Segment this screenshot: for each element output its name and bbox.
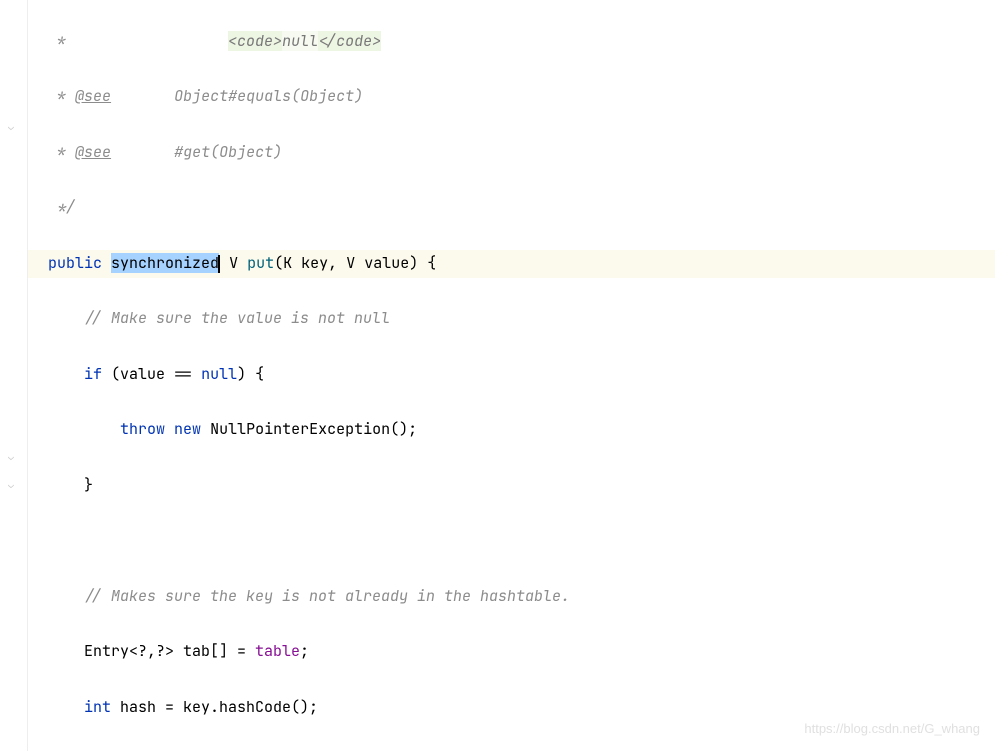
code-line: * @see #get(Object) bbox=[48, 139, 995, 167]
code-line: * <code>null</code> bbox=[48, 28, 995, 56]
code-line: * @see Object#equals(Object) bbox=[48, 83, 995, 111]
watermark: https://blog.csdn.net/G_whang bbox=[804, 717, 980, 741]
fold-marker-icon[interactable]: ⌄ bbox=[8, 118, 18, 128]
code-area[interactable]: * <code>null</code> * @see Object#equals… bbox=[28, 0, 995, 751]
code-line: // Makes sure the key is not already in … bbox=[48, 583, 995, 611]
code-line: } bbox=[48, 472, 995, 500]
code-line bbox=[48, 527, 995, 555]
code-line: Entry<?,?> tab[] = table; bbox=[48, 638, 995, 666]
text-cursor bbox=[218, 255, 220, 273]
code-line: */ bbox=[48, 194, 995, 222]
code-line: if (value == null) { bbox=[48, 361, 995, 389]
code-editor[interactable]: ⌄ ⌄ ⌄ * <code>null</code> * @see Object#… bbox=[0, 0, 995, 751]
code-line: throw new NullPointerException(); bbox=[48, 416, 995, 444]
gutter: ⌄ ⌄ ⌄ bbox=[0, 0, 28, 751]
fold-marker-icon[interactable]: ⌄ bbox=[8, 448, 18, 458]
fold-marker-icon[interactable]: ⌄ bbox=[8, 476, 18, 486]
code-line-active: public synchronized V put(K key, V value… bbox=[28, 250, 995, 278]
code-line: // Make sure the value is not null bbox=[48, 305, 995, 333]
